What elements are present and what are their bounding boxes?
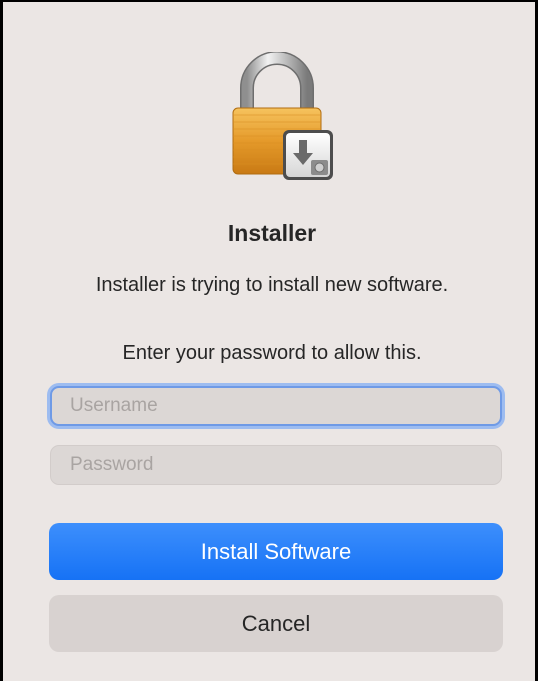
cancel-label: Cancel [241,610,311,636]
cancel-button[interactable]: Cancel [49,595,503,652]
password-field[interactable] [50,445,502,485]
installer-lock-icon [231,51,343,182]
dialog-title: Installer [227,220,317,246]
install-software-label: Install Software [200,538,352,564]
dialog-message: Installer is trying to install new softw… [95,274,449,296]
install-software-button[interactable]: Install Software [49,523,503,580]
password-prompt: Enter your password to allow this. [122,342,422,364]
username-field[interactable] [50,386,502,426]
auth-dialog: Installer Installer is trying to install… [0,0,538,681]
